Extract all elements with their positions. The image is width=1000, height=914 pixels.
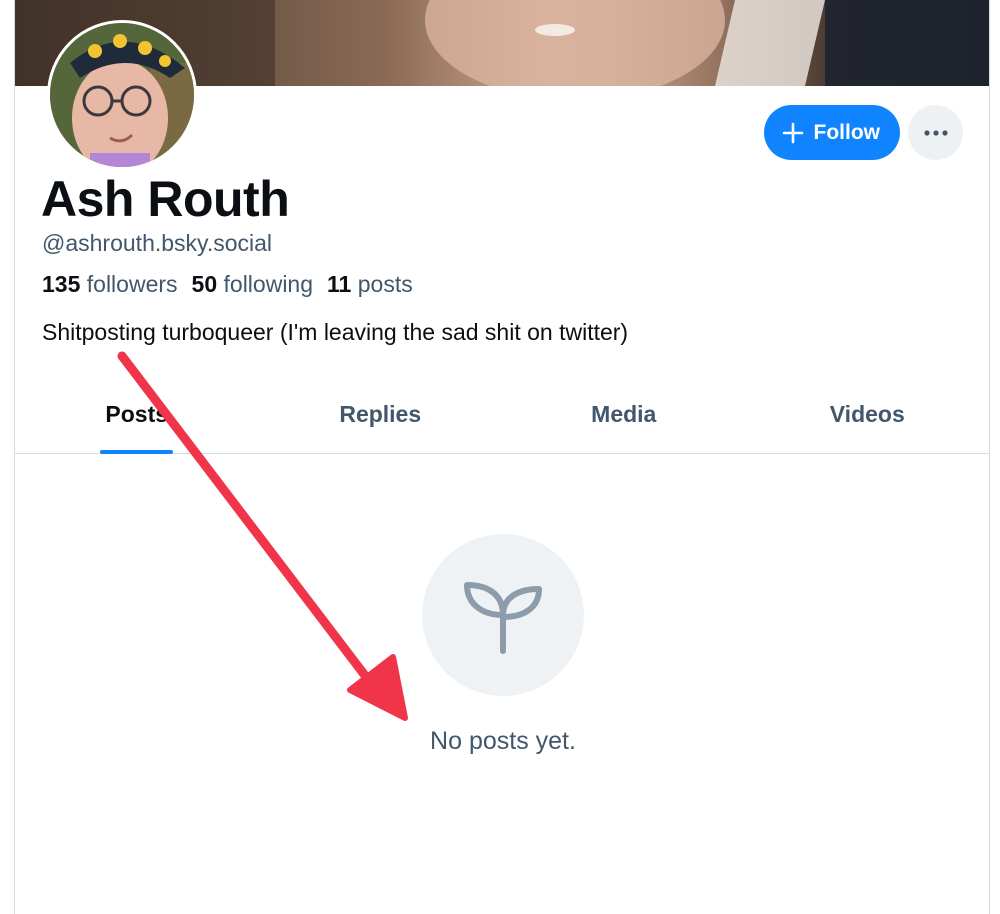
profile-actions: Follow bbox=[763, 105, 963, 160]
following-stat[interactable]: 50 following bbox=[192, 271, 313, 298]
sprout-icon bbox=[464, 582, 542, 654]
follow-label: Follow bbox=[813, 120, 881, 144]
followers-label: followers bbox=[86, 271, 178, 297]
profile-tabs: Posts Replies Media Videos bbox=[15, 375, 989, 454]
tab-replies[interactable]: Replies bbox=[259, 375, 503, 453]
tab-label: Media bbox=[591, 400, 657, 427]
empty-state-icon-circle bbox=[422, 534, 584, 696]
tab-label: Videos bbox=[829, 400, 905, 427]
avatar-image bbox=[50, 23, 194, 167]
follow-button[interactable]: Follow bbox=[763, 105, 900, 160]
tab-label: Posts bbox=[105, 400, 169, 427]
tab-media[interactable]: Media bbox=[502, 375, 746, 453]
following-label: following bbox=[223, 271, 314, 297]
ellipsis-icon bbox=[923, 129, 948, 136]
followers-stat[interactable]: 135 followers bbox=[42, 271, 178, 298]
profile-handle: @ashrouth.bsky.social bbox=[42, 230, 273, 256]
posts-label: posts bbox=[357, 271, 413, 297]
display-name: Ash Routh bbox=[41, 171, 290, 227]
following-count: 50 bbox=[191, 271, 218, 297]
active-tab-indicator bbox=[100, 450, 174, 454]
posts-count: 11 bbox=[327, 271, 352, 297]
tab-label: Replies bbox=[339, 400, 422, 427]
followers-count: 135 bbox=[42, 271, 81, 297]
plus-icon bbox=[782, 122, 803, 143]
profile-page: Follow Ash Routh @ashrouth.bsky.social 1… bbox=[14, 0, 990, 914]
empty-state-message: No posts yet. bbox=[430, 727, 576, 755]
avatar[interactable] bbox=[47, 20, 197, 170]
more-options-button[interactable] bbox=[908, 105, 963, 160]
posts-stat: 11 posts bbox=[327, 271, 413, 298]
profile-bio: Shitposting turboqueer (I'm leaving the … bbox=[42, 319, 629, 345]
tab-videos[interactable]: Videos bbox=[746, 375, 990, 453]
tab-posts[interactable]: Posts bbox=[15, 375, 259, 454]
profile-stats: 135 followers 50 following 11 posts bbox=[42, 271, 413, 298]
